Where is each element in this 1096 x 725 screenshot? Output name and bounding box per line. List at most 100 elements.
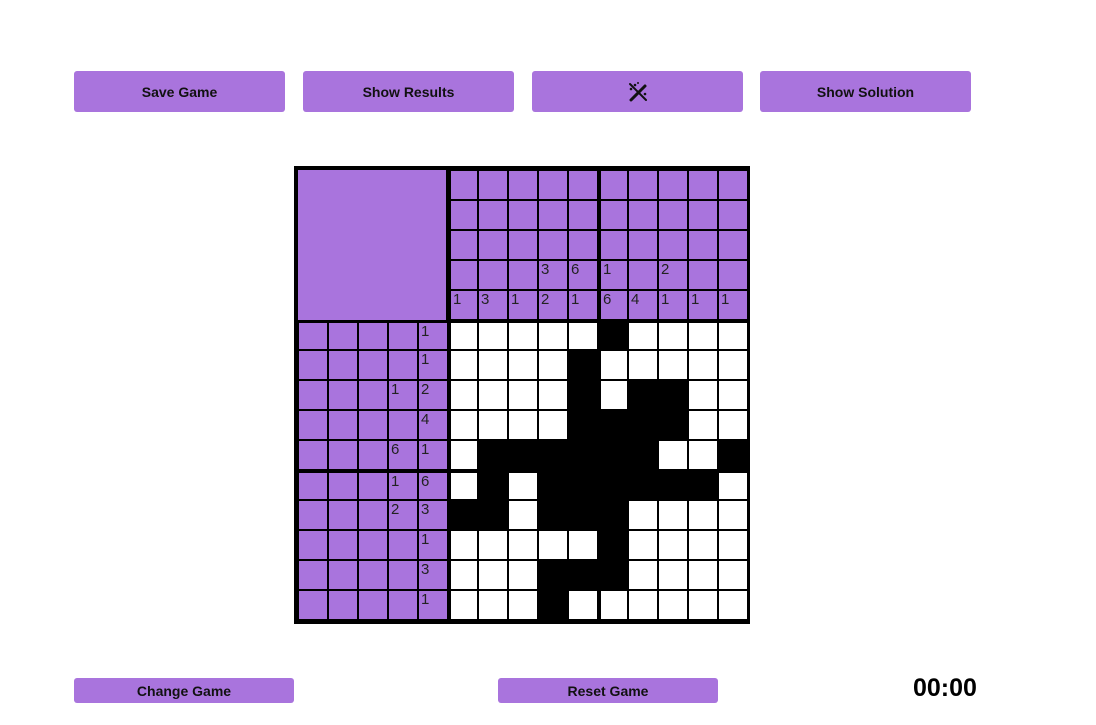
- grid-cell-filled[interactable]: [569, 351, 597, 379]
- grid-cell-empty[interactable]: [689, 323, 717, 349]
- grid-cell-filled[interactable]: [539, 441, 567, 469]
- grid-cell-filled[interactable]: [539, 501, 567, 529]
- grid-cell-empty[interactable]: [451, 473, 477, 499]
- grid-cell-filled[interactable]: [601, 473, 627, 499]
- grid-cell-filled[interactable]: [629, 381, 657, 409]
- grid-cell-empty[interactable]: [451, 531, 477, 559]
- grid-cell-filled[interactable]: [479, 473, 507, 499]
- grid-cell-filled[interactable]: [569, 561, 597, 589]
- grid-cell-empty[interactable]: [601, 591, 627, 619]
- grid-cell-filled[interactable]: [629, 473, 657, 499]
- grid-cell-empty[interactable]: [509, 381, 537, 409]
- grid-cell-empty[interactable]: [569, 591, 597, 619]
- grid-cell-empty[interactable]: [719, 323, 747, 349]
- grid-cell-empty[interactable]: [719, 531, 747, 559]
- save-game-button[interactable]: Save Game: [74, 71, 285, 112]
- grid-cell-filled[interactable]: [601, 531, 627, 559]
- grid-cell-empty[interactable]: [569, 531, 597, 559]
- grid-cell-empty[interactable]: [479, 351, 507, 379]
- grid-cell-filled[interactable]: [601, 411, 627, 439]
- grid-cell-filled[interactable]: [629, 441, 657, 469]
- grid-cell-empty[interactable]: [659, 591, 687, 619]
- grid-cell-empty[interactable]: [509, 561, 537, 589]
- grid-cell-empty[interactable]: [509, 351, 537, 379]
- grid-cell-empty[interactable]: [719, 381, 747, 409]
- show-solution-button[interactable]: Show Solution: [760, 71, 971, 112]
- grid-cell-empty[interactable]: [689, 561, 717, 589]
- grid-cell-filled[interactable]: [659, 411, 687, 439]
- grid-cell-filled[interactable]: [601, 561, 627, 589]
- grid-cell-filled[interactable]: [539, 591, 567, 619]
- grid-cell-empty[interactable]: [659, 561, 687, 589]
- grid-cell-empty[interactable]: [509, 323, 537, 349]
- grid-cell-filled[interactable]: [719, 441, 747, 469]
- grid-cell-empty[interactable]: [509, 473, 537, 499]
- grid-cell-empty[interactable]: [539, 531, 567, 559]
- grid-cell-empty[interactable]: [569, 323, 597, 349]
- grid-cell-filled[interactable]: [569, 441, 597, 469]
- grid-cell-empty[interactable]: [509, 501, 537, 529]
- grid-cell-empty[interactable]: [719, 411, 747, 439]
- grid-cell-empty[interactable]: [601, 351, 627, 379]
- grid-cell-filled[interactable]: [689, 473, 717, 499]
- grid-cell-empty[interactable]: [509, 411, 537, 439]
- grid-cell-filled[interactable]: [601, 441, 627, 469]
- grid-cell-empty[interactable]: [451, 351, 477, 379]
- grid-cell-empty[interactable]: [629, 591, 657, 619]
- grid-cell-filled[interactable]: [629, 411, 657, 439]
- grid-cell-empty[interactable]: [509, 531, 537, 559]
- grid-cell-empty[interactable]: [719, 501, 747, 529]
- grid-cell-empty[interactable]: [509, 591, 537, 619]
- grid-cell-filled[interactable]: [601, 323, 627, 349]
- grid-cell-empty[interactable]: [689, 381, 717, 409]
- grid-cell-empty[interactable]: [539, 381, 567, 409]
- grid-cell-empty[interactable]: [659, 323, 687, 349]
- change-game-button[interactable]: Change Game: [74, 678, 294, 703]
- grid-cell-empty[interactable]: [719, 473, 747, 499]
- grid-cell-filled[interactable]: [479, 441, 507, 469]
- grid-cell-filled[interactable]: [659, 381, 687, 409]
- grid-cell-empty[interactable]: [601, 381, 627, 409]
- grid-cell-filled[interactable]: [601, 501, 627, 529]
- grid-cell-empty[interactable]: [659, 441, 687, 469]
- grid-cell-empty[interactable]: [659, 351, 687, 379]
- grid-cell-empty[interactable]: [719, 591, 747, 619]
- grid-cell-empty[interactable]: [479, 561, 507, 589]
- grid-cell-empty[interactable]: [629, 561, 657, 589]
- grid-cell-empty[interactable]: [451, 411, 477, 439]
- grid-cell-empty[interactable]: [479, 591, 507, 619]
- grid-cell-filled[interactable]: [509, 441, 537, 469]
- grid-cell-empty[interactable]: [451, 591, 477, 619]
- grid-cell-filled[interactable]: [659, 473, 687, 499]
- grid-cell-empty[interactable]: [629, 531, 657, 559]
- grid-cell-empty[interactable]: [629, 351, 657, 379]
- grid-cell-empty[interactable]: [629, 323, 657, 349]
- grid-cell-empty[interactable]: [689, 351, 717, 379]
- grid-cell-empty[interactable]: [719, 351, 747, 379]
- grid-cell-filled[interactable]: [451, 501, 477, 529]
- grid-cell-empty[interactable]: [659, 531, 687, 559]
- grid-cell-filled[interactable]: [569, 411, 597, 439]
- grid-cell-filled[interactable]: [539, 473, 567, 499]
- grid-cell-empty[interactable]: [451, 441, 477, 469]
- grid-cell-empty[interactable]: [479, 411, 507, 439]
- grid-cell-empty[interactable]: [689, 411, 717, 439]
- grid-cell-empty[interactable]: [451, 561, 477, 589]
- grid-cell-empty[interactable]: [451, 323, 477, 349]
- grid-cell-empty[interactable]: [689, 591, 717, 619]
- grid-cell-empty[interactable]: [719, 561, 747, 589]
- grid-cell-empty[interactable]: [479, 531, 507, 559]
- hint-button[interactable]: [532, 71, 743, 112]
- grid-cell-empty[interactable]: [689, 501, 717, 529]
- reset-game-button[interactable]: Reset Game: [498, 678, 718, 703]
- grid-cell-empty[interactable]: [479, 381, 507, 409]
- grid-cell-empty[interactable]: [689, 441, 717, 469]
- grid-cell-empty[interactable]: [629, 501, 657, 529]
- grid-cell-filled[interactable]: [479, 501, 507, 529]
- grid-cell-empty[interactable]: [689, 531, 717, 559]
- grid-cell-filled[interactable]: [569, 381, 597, 409]
- grid-cell-filled[interactable]: [569, 501, 597, 529]
- grid-cell-empty[interactable]: [539, 411, 567, 439]
- grid-cell-filled[interactable]: [539, 561, 567, 589]
- show-results-button[interactable]: Show Results: [303, 71, 514, 112]
